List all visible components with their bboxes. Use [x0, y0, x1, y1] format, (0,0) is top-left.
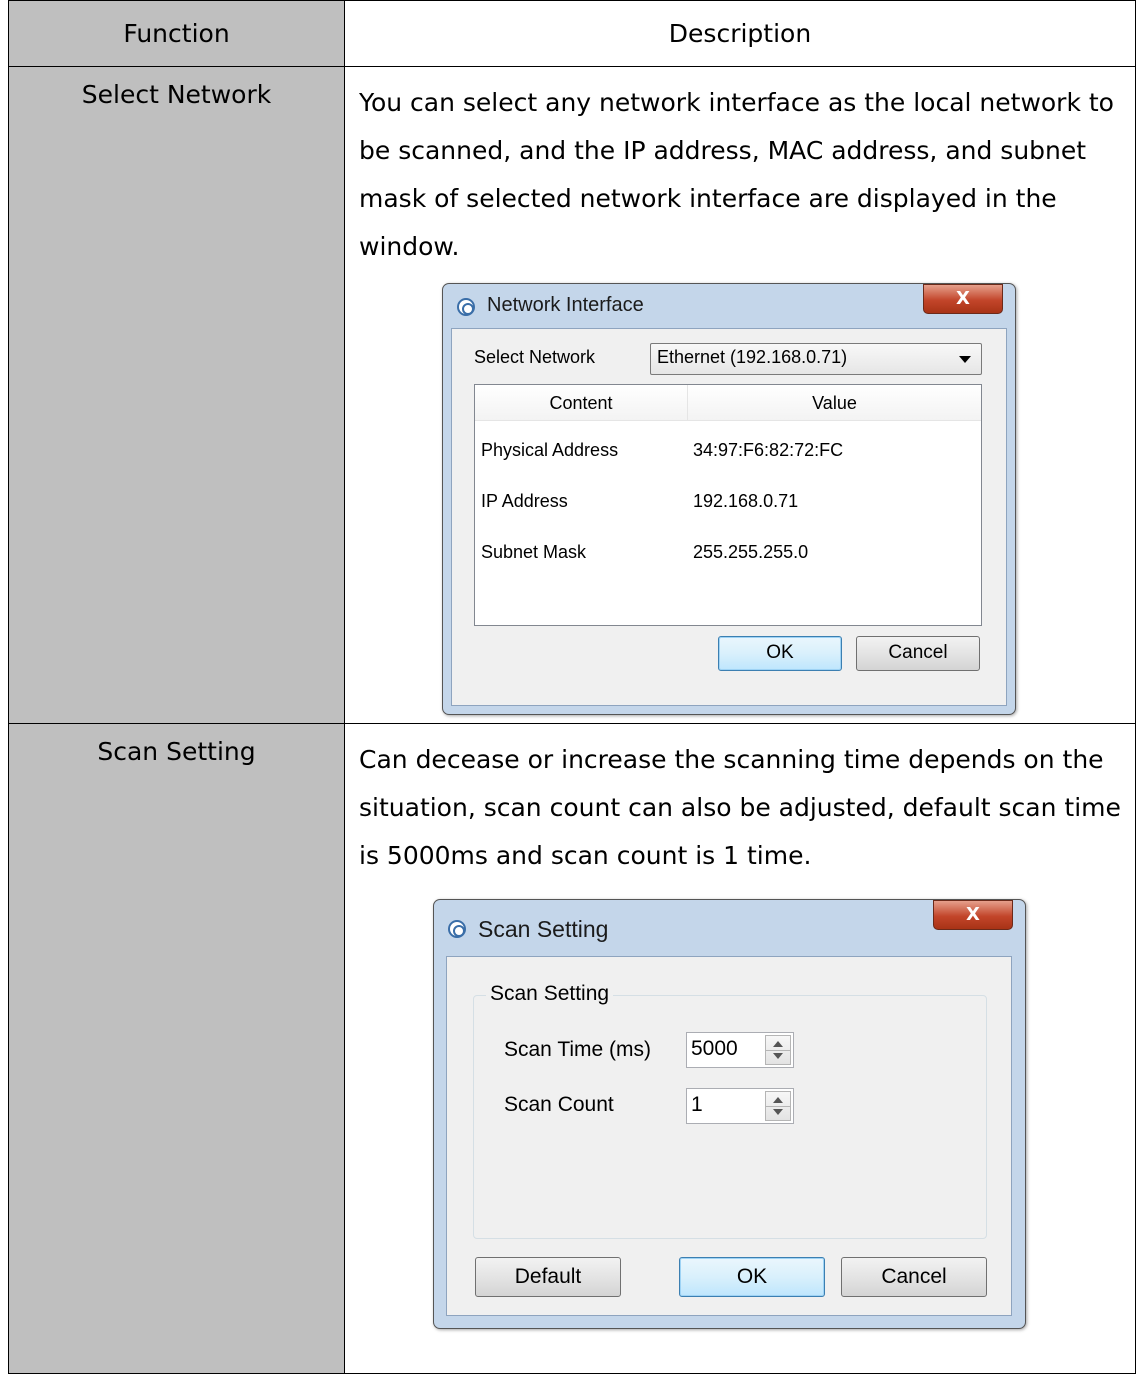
network-interface-dialog: Network Interface X Select Network Ether…	[442, 283, 1016, 715]
scan-time-label: Scan Time (ms)	[504, 1038, 652, 1061]
dialog-body: Select Network Ethernet (192.168.0.71) C…	[451, 328, 1007, 706]
row-value-subnet-mask[interactable]: 255.255.255.0	[693, 542, 808, 563]
description-cell: You can select any network interface as …	[344, 66, 1136, 724]
function-label-select-network: Select Network	[81, 80, 272, 109]
close-button[interactable]: X	[933, 900, 1013, 930]
network-select[interactable]: Ethernet (192.168.0.71)	[650, 343, 982, 375]
app-icon	[448, 920, 466, 938]
description-text: You can select any network interface as …	[359, 88, 1114, 261]
close-button[interactable]: X	[923, 284, 1003, 314]
description-cell: Can decease or increase the scanning tim…	[344, 723, 1136, 1374]
dialog-title: Network Interface	[487, 294, 644, 316]
default-button[interactable]: Default	[475, 1257, 621, 1297]
scan-time-spinner[interactable]: 5000	[686, 1032, 794, 1068]
function-label-scan-setting: Scan Setting	[97, 737, 256, 766]
table-row: Select Network You can select any networ…	[8, 66, 1136, 724]
ok-button[interactable]: OK	[679, 1257, 825, 1297]
scan-setting-dialog: Scan Setting X Scan Setting Scan Time (m…	[433, 899, 1026, 1329]
ok-button[interactable]: OK	[718, 636, 842, 671]
row-content-physical-address[interactable]: Physical Address	[481, 440, 618, 461]
grid-header: Content Value	[475, 385, 981, 421]
row-content-ip-address[interactable]: IP Address	[481, 491, 568, 512]
description-text: Can decease or increase the scanning tim…	[359, 745, 1121, 870]
chevron-down-icon	[959, 356, 971, 363]
select-network-label: Select Network	[474, 347, 596, 367]
function-cell: Scan Setting	[8, 723, 345, 1374]
function-description-table: Function Description Select Network You …	[8, 0, 1136, 1374]
scan-count-label: Scan Count	[504, 1093, 614, 1116]
scan-count-value[interactable]: 1	[691, 1093, 703, 1117]
scan-count-spinner[interactable]: 1	[686, 1088, 794, 1124]
scan-setting-group: Scan Setting Scan Time (ms) 5000 Scan Co…	[473, 982, 987, 1239]
table-row: Scan Setting Can decease or increase the…	[8, 723, 1136, 1374]
row-content-subnet-mask[interactable]: Subnet Mask	[481, 542, 586, 563]
spinner-divider	[765, 1050, 791, 1051]
header-function: Function	[8, 0, 345, 67]
group-caption: Scan Setting	[486, 982, 614, 1006]
table-header-row: Function Description	[8, 0, 1136, 67]
spinner-divider	[765, 1106, 791, 1107]
dialog-titlebar: Network Interface X	[443, 284, 1015, 328]
scan-time-value[interactable]: 5000	[691, 1037, 738, 1061]
header-description: Description	[344, 0, 1136, 67]
cancel-button[interactable]: Cancel	[856, 636, 980, 671]
network-select-value: Ethernet (192.168.0.71)	[657, 347, 848, 367]
cancel-button[interactable]: Cancel	[841, 1257, 987, 1297]
app-icon	[457, 298, 475, 316]
column-header-value[interactable]: Value	[688, 393, 981, 414]
function-cell: Select Network	[8, 66, 345, 724]
column-header-content[interactable]: Content	[475, 393, 687, 414]
network-info-grid: Content Value Physical Address 34:97:F6:…	[474, 384, 982, 626]
row-value-ip-address[interactable]: 192.168.0.71	[693, 491, 798, 512]
dialog-title: Scan Setting	[478, 916, 609, 942]
dialog-body: Scan Setting Scan Time (ms) 5000 Scan Co…	[446, 956, 1012, 1316]
dialog-titlebar: Scan Setting X	[434, 900, 1025, 956]
row-value-physical-address[interactable]: 34:97:F6:82:72:FC	[693, 440, 843, 461]
